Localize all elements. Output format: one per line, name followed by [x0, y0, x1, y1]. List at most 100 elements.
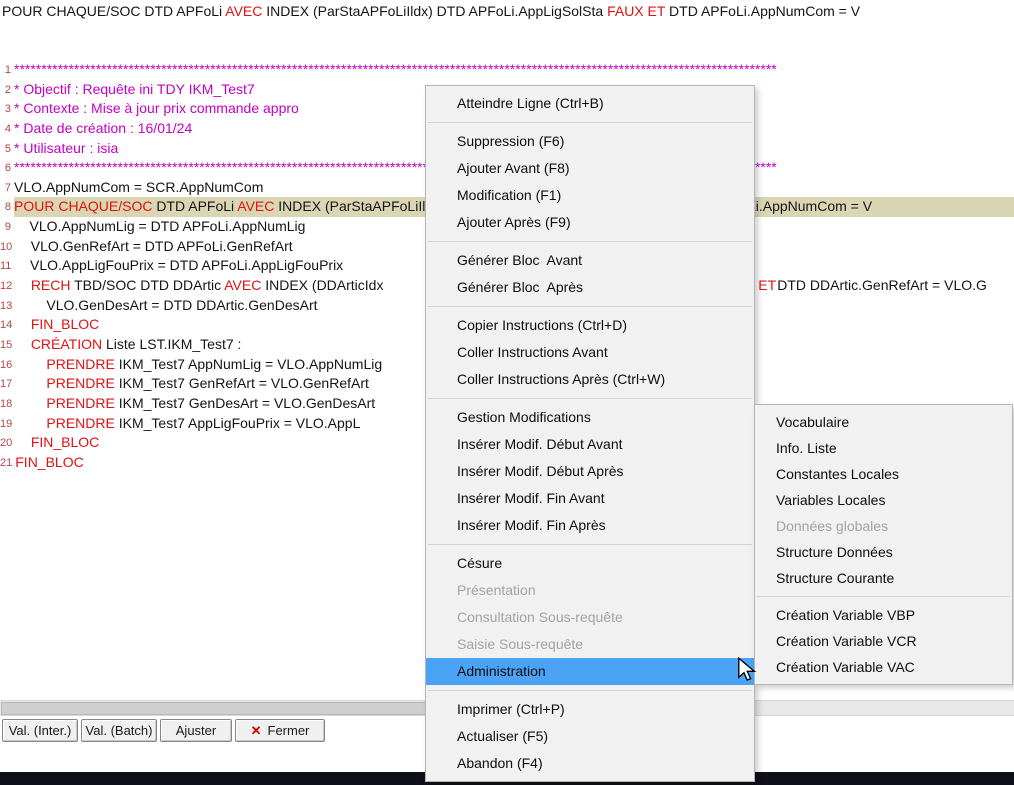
administration-submenu: VocabulaireInfo. ListeConstantes Locales…	[754, 404, 1013, 685]
submenu-item-donnees-globales[interactable]: Données globales	[755, 513, 1012, 539]
text-segment: PRENDRE	[46, 415, 114, 431]
menu-item-cesure[interactable]: Césure	[426, 550, 754, 577]
text-segment: PRENDRE	[46, 395, 114, 411]
line-number: 21	[0, 453, 15, 473]
text-segment: * Date de création : 16/01/24	[14, 120, 192, 136]
menu-item-copier-instructions-ctrl-d[interactable]: Copier Instructions (Ctrl+D)	[426, 312, 754, 339]
text-segment: VLO.AppNumLig = DTD APFoLi.AppNumLig	[14, 218, 305, 234]
text-segment	[15, 356, 46, 372]
menu-item-administration[interactable]: Administration	[426, 658, 754, 685]
text-segment: AVEC	[225, 3, 262, 19]
code-line-text: ****************************************…	[14, 60, 1014, 80]
text-segment: IKM_Test7 AppNumLig = VLO.AppNumLig	[115, 356, 382, 372]
text-segment	[15, 277, 31, 293]
menu-separator	[428, 690, 752, 691]
line-number: 1	[0, 60, 14, 80]
text-segment: DTD DDArtic.GenRefArt = VLO.G	[777, 276, 987, 296]
menu-item-gestion-modifications[interactable]: Gestion Modifications	[426, 404, 754, 431]
scrollbar-thumb[interactable]	[1, 702, 433, 715]
menu-separator	[428, 306, 752, 307]
menu-item-inserer-modif-fin-apres[interactable]: Insérer Modif. Fin Après	[426, 512, 754, 539]
menu-separator	[428, 398, 752, 399]
text-segment: VLO.GenDesArt = DTD DDArtic.GenDesArt	[15, 297, 317, 313]
text-segment: INDEX (ParStaAPFoLiIldx) DTD APFoLi.AppL…	[262, 3, 607, 19]
menu-item-saisie-sous-requete[interactable]: Saisie Sous-requête	[426, 631, 754, 658]
menu-item-inserer-modif-debut-avant[interactable]: Insérer Modif. Début Avant	[426, 431, 754, 458]
menu-item-atteindre-ligne-ctrl-b[interactable]: Atteindre Ligne (Ctrl+B)	[426, 90, 754, 117]
text-segment: DTD APFoLi.AppNumCom = V	[665, 3, 860, 19]
text-segment: Liste LST.IKM_Test7 :	[102, 336, 241, 352]
text-segment: IKM_Test7 GenDesArt = VLO.GenDesArt	[115, 395, 375, 411]
mouse-cursor	[737, 657, 759, 684]
submenu-item-structure-courante[interactable]: Structure Courante	[755, 565, 1012, 591]
menu-separator	[428, 122, 752, 123]
text-segment	[15, 434, 31, 450]
submenu-item-variables-locales[interactable]: Variables Locales	[755, 487, 1012, 513]
menu-item-suppression-f6[interactable]: Suppression (F6)	[426, 128, 754, 155]
text-segment: VLO.AppLigFouPrix = DTD APFoLi.AppLigFou…	[14, 257, 343, 273]
text-segment: * Utilisateur : isia	[14, 140, 118, 156]
submenu-item-creation-variable-vcr[interactable]: Création Variable VCR	[755, 628, 1012, 654]
submenu-item-creation-variable-vbp[interactable]: Création Variable VBP	[755, 602, 1012, 628]
menu-item-abandon-f4[interactable]: Abandon (F4)	[426, 750, 754, 777]
close-label: Fermer	[268, 723, 310, 738]
text-segment: FIN_BLOC	[31, 316, 99, 332]
submenu-item-vocabulaire[interactable]: Vocabulaire	[755, 409, 1012, 435]
adjust-label: Ajuster	[176, 723, 216, 738]
line-number: 15	[0, 335, 15, 355]
line-number: 20	[0, 433, 15, 453]
submenu-item-info-liste[interactable]: Info. Liste	[755, 435, 1012, 461]
text-segment: CRÉATION	[31, 336, 102, 352]
submenu-item-constantes-locales[interactable]: Constantes Locales	[755, 461, 1012, 487]
menu-item-inserer-modif-fin-avant[interactable]: Insérer Modif. Fin Avant	[426, 485, 754, 512]
code-line[interactable]: 1***************************************…	[0, 60, 1014, 80]
text-segment: FIN_BLOC	[31, 434, 99, 450]
menu-item-coller-instructions-apres-ctrl-w[interactable]: Coller Instructions Après (Ctrl+W)	[426, 366, 754, 393]
text-segment	[15, 316, 31, 332]
submenu-item-creation-variable-vac[interactable]: Création Variable VAC	[755, 654, 1012, 680]
line-number: 18	[0, 394, 15, 414]
validate-inter-button[interactable]: Val. (Inter.)	[2, 719, 78, 742]
validate-inter-label: Val. (Inter.)	[9, 723, 72, 738]
text-segment: DTD APFoLi	[152, 198, 237, 214]
menu-item-actualiser-f5[interactable]: Actualiser (F5)	[426, 723, 754, 750]
text-segment	[15, 415, 46, 431]
menu-item-modification-f1[interactable]: Modification (F1)	[426, 182, 754, 209]
line-number: 3	[0, 99, 14, 119]
text-segment: INDEX (DDArticIdx	[261, 277, 383, 293]
line-number: 12	[0, 276, 15, 296]
text-segment: VLO.GenRefArt = DTD APFoLi.GenRefArt	[15, 238, 292, 254]
text-segment	[15, 336, 31, 352]
menu-item-presentation[interactable]: Présentation	[426, 577, 754, 604]
line-number: 11	[0, 256, 14, 276]
text-segment: FAUX ET	[607, 3, 665, 19]
text-segment	[15, 375, 46, 391]
text-segment: * Contexte : Mise à jour prix commande a…	[14, 100, 299, 116]
text-segment: ****************************************…	[14, 61, 777, 77]
text-segment: ET	[758, 276, 776, 296]
validate-batch-button[interactable]: Val. (Batch)	[81, 719, 157, 742]
menu-item-ajouter-apres-f9[interactable]: Ajouter Après (F9)	[426, 209, 754, 236]
text-segment: PRENDRE	[46, 375, 114, 391]
text-segment: IKM_Test7 AppLigFouPrix = VLO.AppL	[115, 415, 361, 431]
menu-item-generer-bloc-avant[interactable]: Générer Bloc Avant	[426, 247, 754, 274]
line-number: 19	[0, 414, 15, 434]
text-segment: RECH	[31, 277, 71, 293]
text-segment: VLO.AppNumCom = SCR.AppNumCom	[14, 179, 263, 195]
menu-item-imprimer-ctrl-p[interactable]: Imprimer (Ctrl+P)	[426, 696, 754, 723]
menu-item-inserer-modif-debut-apres[interactable]: Insérer Modif. Début Après	[426, 458, 754, 485]
line-number: 16	[0, 355, 15, 375]
text-segment: POUR CHAQUE/SOC	[14, 198, 152, 214]
submenu-item-structure-donnees[interactable]: Structure Données	[755, 539, 1012, 565]
line-number: 4	[0, 119, 14, 139]
menu-item-ajouter-avant-f8[interactable]: Ajouter Avant (F8)	[426, 155, 754, 182]
menu-item-consultation-sous-requete[interactable]: Consultation Sous-requête	[426, 604, 754, 631]
close-button[interactable]: ✕Fermer	[235, 719, 325, 742]
adjust-button[interactable]: Ajuster	[160, 719, 232, 742]
line-number: 14	[0, 315, 15, 335]
menu-item-coller-instructions-avant[interactable]: Coller Instructions Avant	[426, 339, 754, 366]
text-segment: POUR CHAQUE/SOC DTD APFoLi	[2, 3, 225, 19]
menu-item-generer-bloc-apres[interactable]: Générer Bloc Après	[426, 274, 754, 301]
line-number: 10	[0, 237, 15, 257]
line-number: 13	[0, 296, 15, 316]
